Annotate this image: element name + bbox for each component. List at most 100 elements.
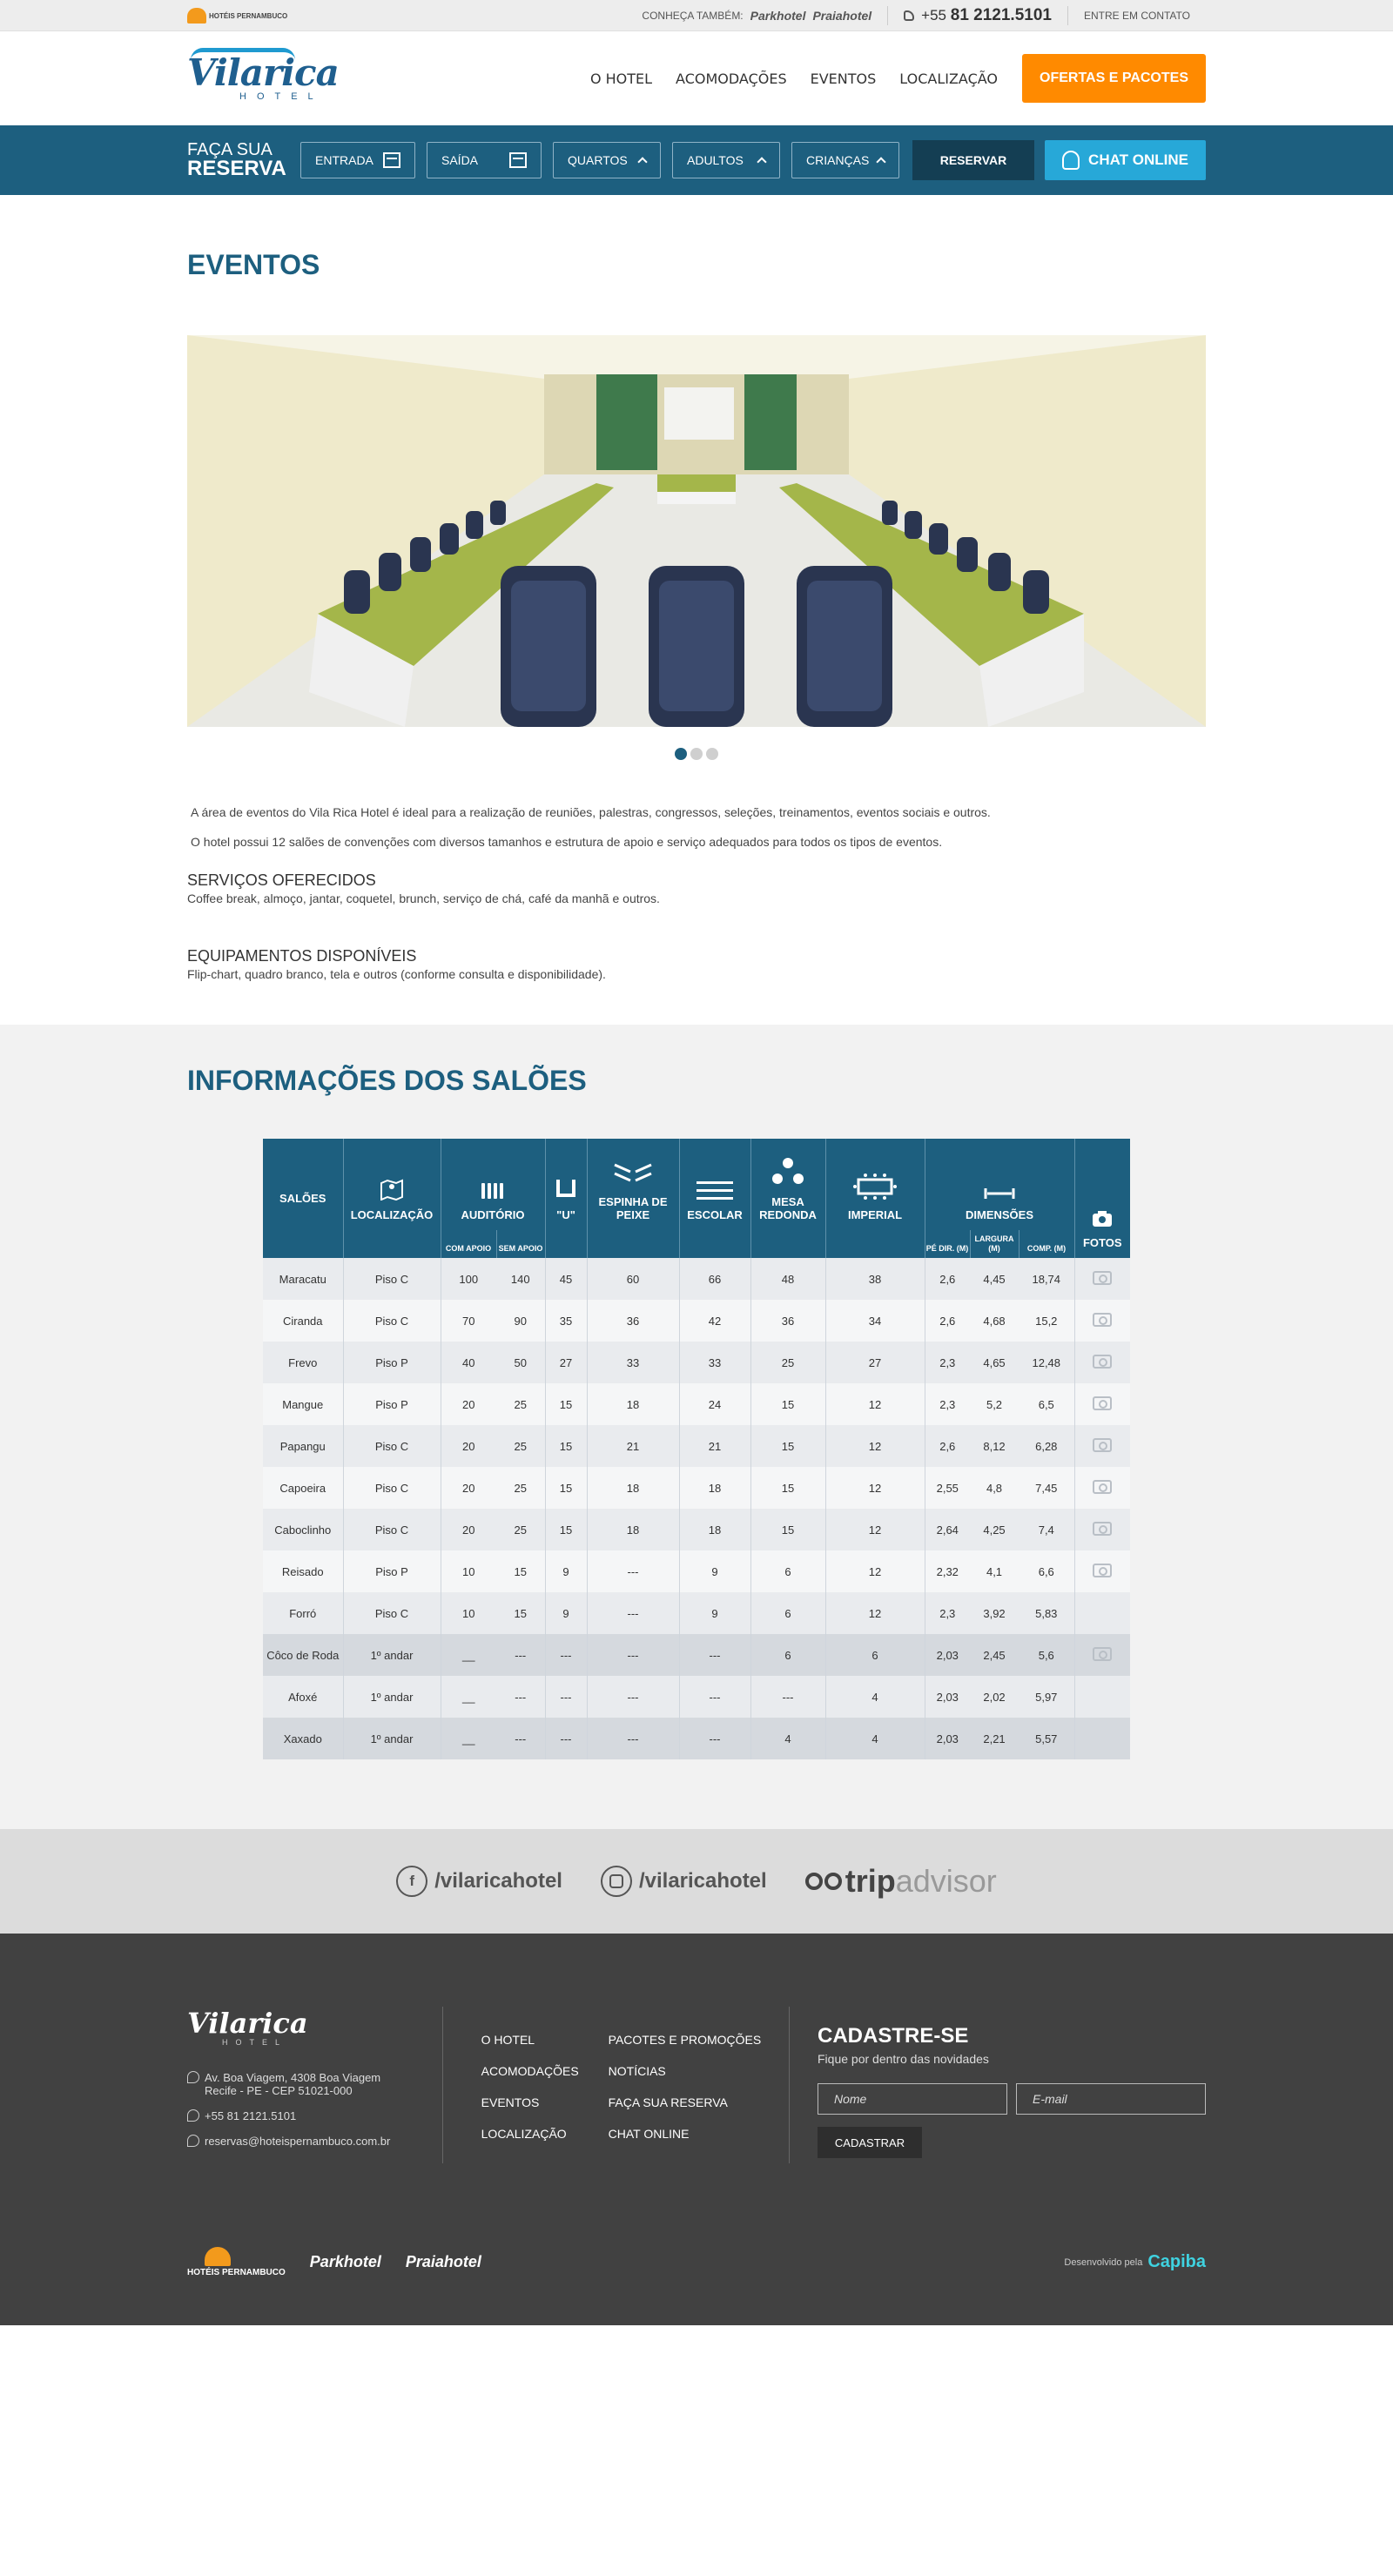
phone-number[interactable]: +55 81 2121.5101 <box>887 6 1067 25</box>
cell-pe: 2,3 <box>924 1342 971 1383</box>
cell-foto[interactable] <box>1073 1342 1131 1383</box>
carousel-dot-2[interactable] <box>690 748 703 760</box>
servicos-text: Coffee break, almoço, jantar, coquetel, … <box>187 891 660 905</box>
footer-link-eventos[interactable]: EVENTOS <box>481 2095 609 2109</box>
cell-esc: 24 <box>678 1383 751 1425</box>
entrada-date-field[interactable]: ENTRADA <box>300 142 415 178</box>
nav-o-hotel[interactable]: O HOTEL <box>590 71 652 87</box>
table-row: Ciranda Piso C 70 90 35 36 42 36 34 2,6 4,68 15,2 <box>263 1300 1131 1342</box>
cell-com: 70 <box>440 1300 496 1342</box>
newsletter-name-input[interactable]: Nome <box>818 2083 1007 2115</box>
cell-pe: 2,6 <box>924 1258 971 1300</box>
cell-com: __ <box>440 1634 496 1676</box>
footer-link-acomodacoes[interactable]: ACOMODAÇÕES <box>481 2064 609 2078</box>
th-fotos: FOTOS <box>1082 1236 1122 1249</box>
table-row: Capoeira Piso C 20 25 15 18 18 15 12 2,55 4,8 7,45 <box>263 1467 1131 1509</box>
cell-sem: 50 <box>496 1342 546 1383</box>
cell-sem: 140 <box>496 1258 546 1300</box>
tripadvisor-link[interactable]: trip advisor <box>804 1863 997 1900</box>
cell-com: 40 <box>440 1342 496 1383</box>
camera-icon[interactable] <box>1093 1521 1113 1536</box>
facebook-link[interactable]: f /vilaricahotel <box>396 1866 562 1897</box>
cell-sem: 25 <box>496 1509 546 1550</box>
footer-praiahotel-logo[interactable]: Praiahotel <box>406 2253 481 2271</box>
event-room-photo <box>187 335 1206 727</box>
cell-foto[interactable] <box>1073 1383 1131 1425</box>
cell-foto[interactable] <box>1073 1425 1131 1467</box>
cell-esc: --- <box>678 1676 751 1718</box>
cell-foto[interactable] <box>1073 1258 1131 1300</box>
camera-icon[interactable] <box>1093 1437 1113 1452</box>
ofertas-pacotes-button[interactable]: OFERTAS E PACOTES <box>1022 54 1206 103</box>
footer-email[interactable]: reservas@hoteispernambuco.com.br <box>187 2135 442 2148</box>
instagram-icon <box>600 1866 632 1897</box>
reservar-button[interactable]: RESERVAR <box>912 140 1034 180</box>
table-row: Côco de Roda 1º andar __ --- --- --- --- 6 6 2,03… <box>263 1634 1131 1676</box>
quartos-select[interactable]: QUARTOS <box>553 142 661 178</box>
nav-localizacao[interactable]: LOCALIZAÇÃO <box>899 71 998 87</box>
footer-link-o-hotel[interactable]: O HOTEL <box>481 2033 609 2047</box>
cell-u: 15 <box>544 1383 588 1425</box>
cell-esp: 36 <box>586 1300 680 1342</box>
cell-foto[interactable] <box>1073 1300 1131 1342</box>
newsletter-email-input[interactable]: E-mail <box>1016 2083 1206 2115</box>
cell-foto[interactable] <box>1073 1634 1131 1676</box>
camera-icon[interactable] <box>1093 1646 1113 1661</box>
camera-icon[interactable] <box>1093 1354 1113 1369</box>
cell-esc: 18 <box>678 1467 751 1509</box>
camera-icon[interactable] <box>1093 1312 1113 1327</box>
cell-foto[interactable] <box>1073 1467 1131 1509</box>
developer-credit[interactable]: Desenvolvido pela Capiba <box>1064 2252 1206 2272</box>
chat-online-button[interactable]: CHAT ONLINE <box>1045 140 1206 180</box>
footer-logo[interactable]: Vilarica HOTEL <box>187 2007 442 2047</box>
nav-eventos[interactable]: EVENTOS <box>811 71 877 87</box>
footer-link-pacotes[interactable]: PACOTES E PROMOÇÕES <box>609 2033 765 2047</box>
criancas-select[interactable]: CRIANÇAS <box>791 142 899 178</box>
vilarica-logo[interactable]: Vilarica HOTEL <box>187 48 340 102</box>
footer-parkhotel-logo[interactable]: Parkhotel <box>310 2253 381 2271</box>
footer-link-chat[interactable]: CHAT ONLINE <box>609 2127 765 2141</box>
imperial-table-icon <box>828 1173 923 1203</box>
footer-link-reserva[interactable]: FAÇA SUA RESERVA <box>609 2095 765 2109</box>
sun-logo-icon <box>187 8 206 24</box>
footer-link-noticias[interactable]: NOTÍCIAS <box>609 2064 765 2078</box>
footer-phone[interactable]: +55 81 2121.5101 <box>187 2109 442 2122</box>
nav-acomodacoes[interactable]: ACOMODAÇÕES <box>676 71 787 87</box>
carousel-dot-1[interactable] <box>675 748 687 760</box>
footer-hoteis-pernambuco-logo[interactable]: HOTÉIS PERNAMBUCO <box>187 2247 286 2277</box>
carousel-dot-3[interactable] <box>706 748 718 760</box>
cell-u: 15 <box>544 1467 588 1509</box>
cell-com: 10 <box>440 1550 496 1592</box>
hoteis-pernambuco-logo[interactable]: HOTÉIS PERNAMBUCO <box>187 8 287 24</box>
th-largura: LARGURA (M) <box>969 1230 1020 1258</box>
cell-imp: 12 <box>824 1425 925 1467</box>
parkhotel-link[interactable]: Parkhotel <box>750 9 806 23</box>
praiahotel-link[interactable]: Praiahotel <box>812 9 871 23</box>
cell-imp: 12 <box>824 1467 925 1509</box>
cadastrar-button[interactable]: CADASTRAR <box>818 2127 922 2158</box>
cell-foto[interactable] <box>1073 1550 1131 1592</box>
cadastre-subtitle: Fique por dentro das novidades <box>818 2052 989 2066</box>
camera-icon[interactable] <box>1093 1563 1113 1577</box>
booking-title: FAÇA SUA RESERVA <box>187 140 286 180</box>
instagram-link[interactable]: /vilaricahotel <box>600 1866 767 1897</box>
cell-sem: --- <box>496 1718 546 1759</box>
cell-loc: Piso C <box>342 1258 441 1300</box>
camera-icon[interactable] <box>1093 1396 1113 1410</box>
cell-larg: 2,02 <box>970 1676 1020 1718</box>
th-imperial: IMPERIAL <box>847 1208 903 1221</box>
cell-loc: Piso C <box>342 1425 441 1467</box>
u-layout-icon <box>548 1178 585 1203</box>
cell-esp: 18 <box>586 1383 680 1425</box>
camera-icon[interactable] <box>1093 1479 1113 1494</box>
cell-u: 15 <box>544 1425 588 1467</box>
adultos-select[interactable]: ADULTOS <box>672 142 780 178</box>
contact-link[interactable]: ENTRE EM CONTATO <box>1084 10 1190 22</box>
equipamentos-heading: EQUIPAMENTOS DISPONÍVEIS <box>187 947 417 965</box>
camera-icon[interactable] <box>1093 1270 1113 1285</box>
footer-link-localizacao[interactable]: LOCALIZAÇÃO <box>481 2127 609 2141</box>
cell-foto[interactable] <box>1073 1509 1131 1550</box>
cell-larg: 4,68 <box>970 1300 1020 1342</box>
saida-date-field[interactable]: SAÍDA <box>427 142 542 178</box>
cell-nome: Maracatu <box>263 1258 343 1300</box>
